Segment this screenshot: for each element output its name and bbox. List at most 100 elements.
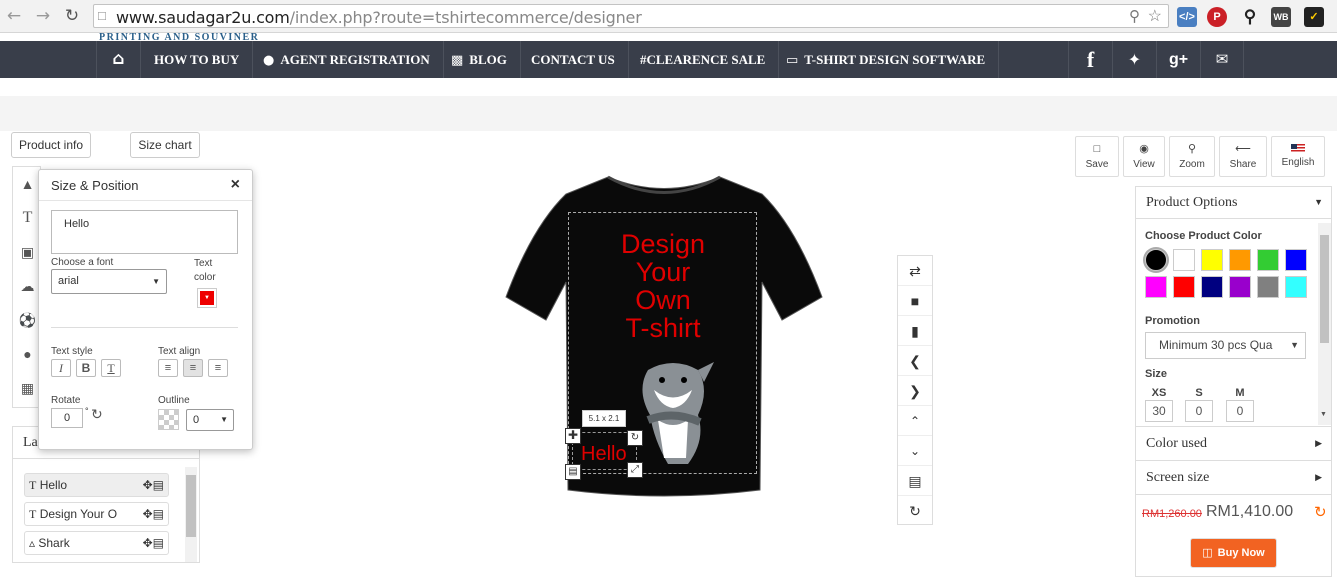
price: RM1,410.00 (1206, 503, 1294, 520)
outline-select[interactable]: 0 ▼ (186, 409, 234, 431)
text-color-swatch[interactable]: ▼ (197, 288, 217, 308)
options-scrollbar[interactable]: ▼ (1318, 223, 1331, 425)
trash-icon[interactable]: ▤ (153, 536, 164, 550)
flip-icon[interactable]: ⇄ (898, 256, 932, 286)
nav-how-to-buy[interactable]: HOW TO BUY (141, 41, 254, 78)
tshirt-canvas[interactable]: Design Your Own T-shirt 5.1 x 2.1 Hello … (500, 172, 828, 497)
arrow-left-icon[interactable]: ❮ (898, 346, 932, 376)
bold-button[interactable]: B (76, 359, 96, 377)
size-chart-button[interactable]: Size chart (130, 132, 200, 158)
refresh-price-icon[interactable]: ↻ (1314, 503, 1327, 521)
color-swatch[interactable] (1285, 276, 1307, 298)
pinterest-icon[interactable]: P (1207, 7, 1227, 27)
layers-scrollbar[interactable] (185, 467, 197, 562)
text-input[interactable]: Hello (51, 210, 238, 254)
share-button[interactable]: ⟵ Share (1219, 136, 1267, 177)
resize-handle-icon[interactable]: ⤢ (627, 462, 643, 478)
chevron-down-icon: ▼ (1290, 340, 1299, 350)
web-extension-icon[interactable]: WB (1271, 7, 1291, 27)
color-used-section[interactable]: Color used ▶ (1136, 426, 1332, 460)
shark-image[interactable] (628, 360, 718, 470)
size-qty-s[interactable]: 0 (1185, 400, 1213, 422)
search-extension-icon[interactable]: ⚲ (1240, 7, 1260, 27)
nav-tshirt-design-software[interactable]: ▭ T-SHIRT DESIGN SOFTWARE (773, 41, 1000, 78)
color-swatch[interactable] (1173, 276, 1195, 298)
trash-icon[interactable]: ▤ (153, 478, 164, 492)
rotate-handle-icon[interactable]: ↻ (627, 430, 643, 446)
mail-icon[interactable]: ✉ (1200, 41, 1244, 78)
color-swatch[interactable] (1229, 249, 1251, 271)
color-swatch[interactable] (1145, 249, 1167, 271)
view-button[interactable]: ◉ View (1123, 136, 1165, 177)
color-swatch[interactable] (1201, 249, 1223, 271)
design-text[interactable]: Design Your Own T-shirt (588, 230, 738, 342)
extension-code-icon[interactable]: </> (1177, 7, 1197, 27)
color-swatch[interactable] (1229, 276, 1251, 298)
image-icon: ▵ (29, 536, 36, 550)
layer-item[interactable]: ▵ Shark ✥▤ (24, 531, 169, 555)
arrow-up-icon[interactable]: ⌃ (898, 406, 932, 436)
rotate-input[interactable]: 0 (51, 408, 83, 428)
trash-icon[interactable]: ▤ (153, 507, 164, 521)
facebook-icon[interactable]: f (1068, 41, 1112, 78)
align-right-button[interactable]: ≡ (208, 359, 228, 377)
text-align-label: Text align (158, 346, 201, 357)
nav-agent-registration[interactable]: ● AGENT REGISTRATION (250, 41, 444, 78)
zoom-icon[interactable]: ⚲ (1129, 7, 1140, 25)
forward-icon[interactable]: → (33, 6, 53, 26)
move-icon[interactable]: ✥ (143, 536, 153, 550)
nav-blog[interactable]: ▩ BLOG (438, 41, 521, 78)
zoom-button[interactable]: ⚲ Zoom (1169, 136, 1215, 177)
size-qty-m[interactable]: 0 (1226, 400, 1254, 422)
arrow-down-icon[interactable]: ⌄ (898, 436, 932, 466)
color-swatch[interactable] (1201, 276, 1223, 298)
color-swatch[interactable] (1145, 276, 1167, 298)
reset-icon[interactable]: ↻ (898, 496, 932, 526)
color-swatch[interactable] (1173, 249, 1195, 271)
canvas-tools: ⇄ ■ ▮ ❮ ❯ ⌃ ⌄ ▤ ↻ (897, 255, 933, 525)
color-swatch[interactable] (1257, 276, 1279, 298)
close-icon[interactable]: × (231, 176, 240, 194)
move-icon[interactable]: ✥ (143, 478, 153, 492)
color-swatch[interactable] (1285, 249, 1307, 271)
google-plus-icon[interactable]: g+ (1156, 41, 1200, 78)
center-vertical-icon[interactable]: ■ (898, 286, 932, 316)
color-swatch[interactable] (1257, 249, 1279, 271)
underline-button[interactable]: T (101, 359, 121, 377)
align-left-button[interactable]: ≡ (158, 359, 178, 377)
move-handle-icon[interactable]: ✚ (565, 428, 581, 444)
checkmark-extension-icon[interactable]: ✓ (1304, 7, 1324, 27)
rotate-reset-icon[interactable]: ↻ (91, 406, 103, 423)
buy-now-button[interactable]: ◫ Buy Now (1191, 539, 1276, 567)
font-select[interactable]: arial ▼ (51, 269, 167, 294)
nav-home[interactable]: ⌂ (96, 41, 141, 78)
italic-button[interactable]: I (51, 359, 71, 377)
nav-clearence-sale[interactable]: #CLEARENCE SALE (627, 41, 780, 78)
size-qty-xs[interactable]: 30 (1145, 400, 1173, 422)
save-button[interactable]: □ Save (1075, 136, 1119, 177)
promotion-select[interactable]: Minimum 30 pcs Qua ▼ (1145, 332, 1306, 359)
twitter-icon[interactable]: ✦ (1112, 41, 1156, 78)
layer-item[interactable]: T Design Your O ✥▤ (24, 502, 169, 526)
product-info-button[interactable]: Product info (11, 132, 91, 158)
address-bar[interactable]: □ www.saudagar2u.com/index.php?route=tsh… (93, 4, 1169, 28)
outline-color-swatch[interactable] (158, 409, 179, 430)
reload-icon[interactable]: ↻ (62, 6, 82, 26)
center-horizontal-icon[interactable]: ▮ (898, 316, 932, 346)
text-color-label: Text color (194, 258, 216, 283)
layer-item[interactable]: T Hello ✥▤ (24, 473, 169, 497)
align-center-button[interactable]: ≡ (183, 359, 203, 377)
bookmark-star-icon[interactable]: ☆ (1148, 6, 1162, 26)
back-icon[interactable]: ← (4, 6, 24, 26)
move-icon[interactable]: ✥ (143, 507, 153, 521)
nav-contact-us[interactable]: CONTACT US (518, 41, 629, 78)
screen-size-section[interactable]: Screen size ▶ (1136, 460, 1332, 494)
product-options-header[interactable]: Product Options ▼ (1136, 187, 1331, 219)
size-name-s: S (1195, 387, 1203, 399)
arrow-right-icon[interactable]: ❯ (898, 376, 932, 406)
user-icon: ● (263, 53, 275, 68)
delete-handle-icon[interactable]: ▤ (565, 464, 581, 480)
language-button[interactable]: English (1271, 136, 1325, 177)
left-tools: ▲ T ▣ ☁ ⚽ ● ▦ (12, 166, 41, 408)
trash-icon[interactable]: ▤ (898, 466, 932, 496)
